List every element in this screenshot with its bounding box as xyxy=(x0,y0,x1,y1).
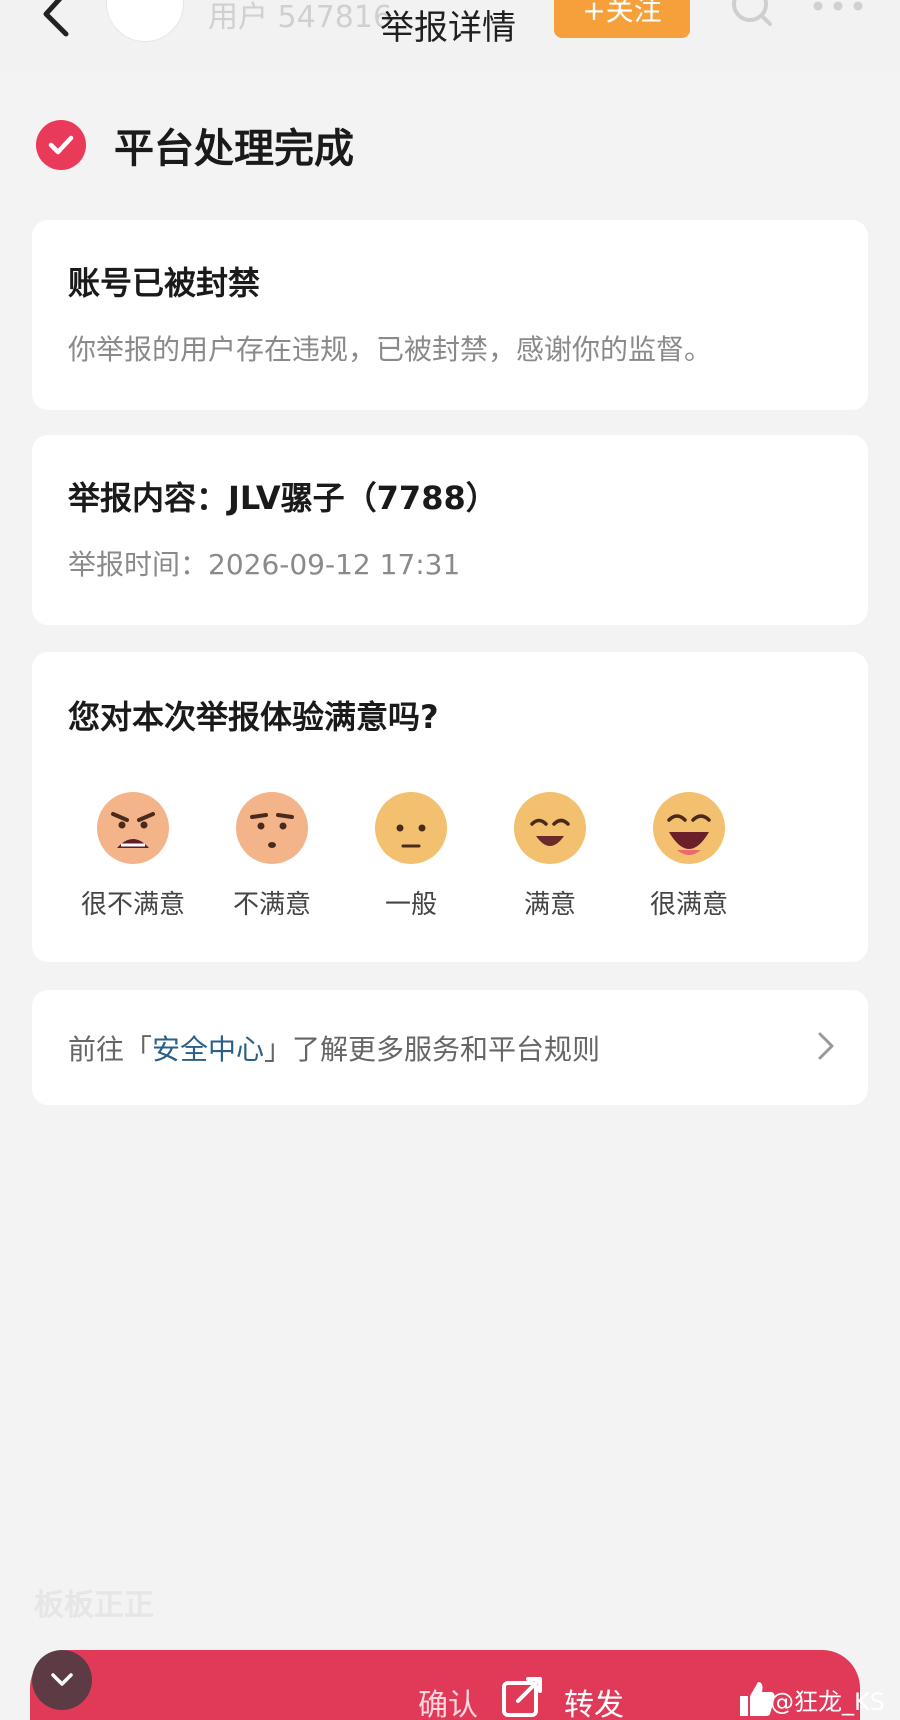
report-info-card: 举报内容：JLV骡子（7788） 举报时间：2026-09-12 17:31 xyxy=(32,435,868,625)
confirm-button[interactable]: 确认 xyxy=(418,1680,478,1720)
ban-result-card: 账号已被封禁 你举报的用户存在违规，已被封禁，感谢你的监督。 xyxy=(32,220,868,410)
rating-dissatisfied[interactable]: 不满意 xyxy=(197,790,347,921)
user-name: 用户 547816 xyxy=(208,0,393,35)
rating-satisfied[interactable]: 满意 xyxy=(475,790,625,921)
check-circle-icon xyxy=(36,120,86,170)
avatar[interactable] xyxy=(106,0,184,42)
status-row: 平台处理完成 xyxy=(36,116,354,174)
safety-center-row[interactable]: 前往「安全中心」了解更多服务和平台规则 xyxy=(32,990,868,1105)
chevron-right-icon xyxy=(814,1028,838,1064)
satisfaction-survey-card: 您对本次举报体验满意吗? 很不满意 不满意 一般 满意 很满意 xyxy=(32,652,868,962)
rating-label: 很不满意 xyxy=(80,890,185,920)
ban-heading: 账号已被封禁 xyxy=(68,264,261,302)
safety-prefix: 前往「 xyxy=(68,1033,153,1066)
chevron-down-icon xyxy=(51,1673,73,1686)
dissatisfied-face-icon xyxy=(236,792,308,864)
rating-label: 满意 xyxy=(523,890,576,920)
very-satisfied-face-icon xyxy=(653,792,725,864)
watermark-text: 板板正正 xyxy=(34,1588,154,1623)
back-arrow-icon[interactable] xyxy=(22,0,82,40)
ban-description: 你举报的用户存在违规，已被封禁，感谢你的监督。 xyxy=(68,333,713,366)
report-content: 举报内容：JLV骡子（7788） xyxy=(68,479,498,517)
rating-neutral[interactable]: 一般 xyxy=(336,790,486,921)
page-title: 举报详情 xyxy=(380,8,516,48)
top-bar: 用户 547816 举报详情 +关注 xyxy=(0,0,900,70)
rating-very-dissatisfied[interactable]: 很不满意 xyxy=(58,790,208,921)
safety-center-link[interactable]: 安全中心 xyxy=(152,1033,264,1066)
report-time: 举报时间：2026-09-12 17:31 xyxy=(68,548,461,581)
safety-center-text: 前往「安全中心」了解更多服务和平台规则 xyxy=(68,1028,600,1068)
follow-button[interactable]: +关注 xyxy=(554,0,690,38)
rating-options: 很不满意 不满意 一般 满意 很满意 xyxy=(32,790,868,940)
rating-very-satisfied[interactable]: 很满意 xyxy=(614,790,764,921)
rating-label: 很满意 xyxy=(649,890,728,920)
forward-button[interactable]: 转发 xyxy=(564,1680,624,1720)
satisfied-face-icon xyxy=(514,792,586,864)
neutral-face-icon xyxy=(375,792,447,864)
search-icon[interactable] xyxy=(728,0,774,32)
share-icon[interactable] xyxy=(500,1675,546,1720)
survey-question: 您对本次举报体验满意吗? xyxy=(68,698,439,736)
rating-label: 一般 xyxy=(384,890,437,920)
very-dissatisfied-face-icon xyxy=(97,792,169,864)
rating-label: 不满意 xyxy=(232,890,311,920)
collapse-button[interactable] xyxy=(32,1650,92,1710)
safety-suffix: 」了解更多服务和平台规则 xyxy=(264,1033,601,1066)
more-icon[interactable] xyxy=(806,0,876,20)
watermark-handle: @狂龙_KS xyxy=(770,1688,885,1716)
status-title: 平台处理完成 xyxy=(114,126,354,172)
